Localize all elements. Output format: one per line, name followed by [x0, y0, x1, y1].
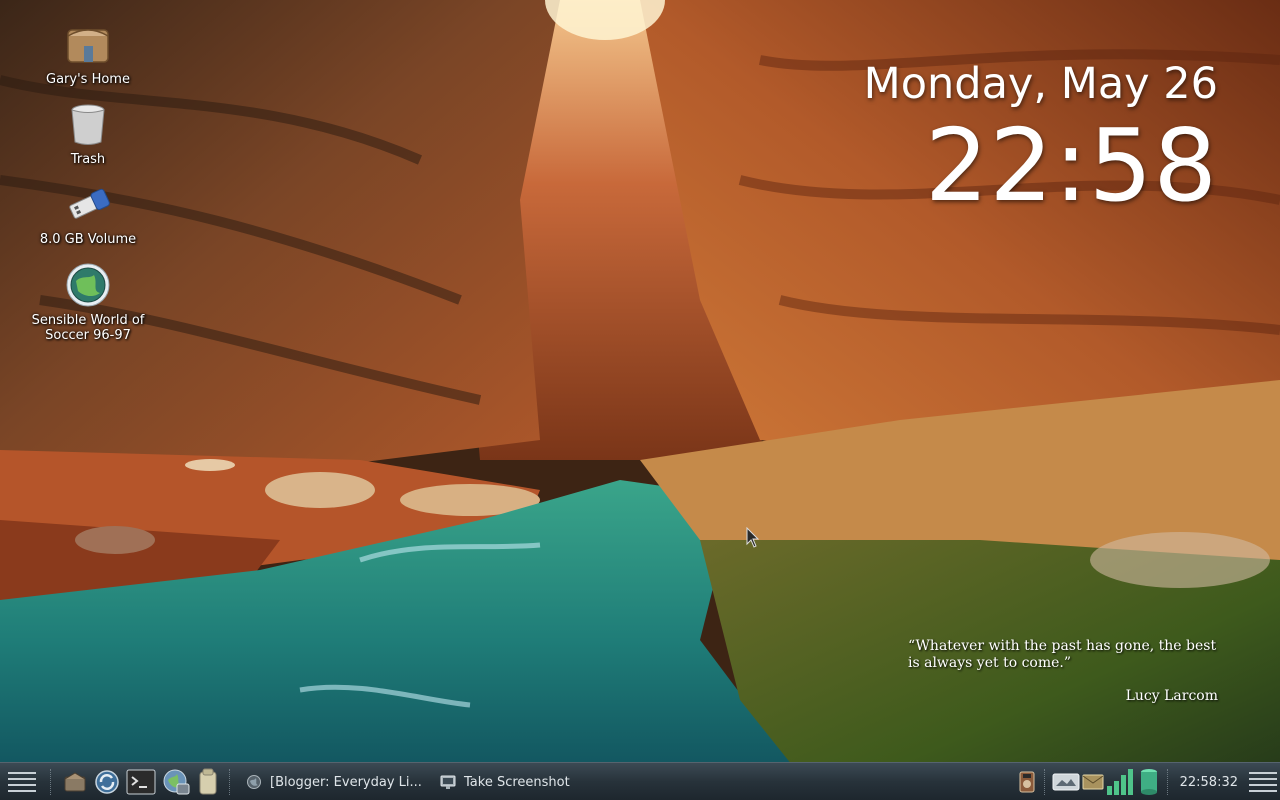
launcher-terminal[interactable] — [123, 767, 159, 797]
launcher-files[interactable] — [59, 767, 91, 797]
clock-time: 22:58 — [924, 107, 1218, 224]
desktop-icon-label: 8.0 GB Volume — [39, 232, 137, 247]
battery-icon — [1140, 769, 1157, 795]
taskbar-separator — [1166, 769, 1170, 795]
browser-icon — [163, 769, 190, 795]
tray-media-player[interactable] — [1014, 767, 1040, 797]
desktop-icon-label: Gary's Home — [46, 72, 130, 87]
terminal-icon — [126, 769, 156, 795]
desktop-icon-trash[interactable]: Trash — [23, 100, 153, 167]
tray-mail[interactable] — [1081, 767, 1105, 797]
tray-battery[interactable] — [1135, 767, 1163, 797]
panel-menu-icon — [1249, 772, 1277, 792]
screenshot-icon — [440, 774, 456, 790]
home-folder-icon — [64, 20, 112, 68]
launcher-text-editor[interactable] — [193, 767, 223, 797]
task-blogger-window[interactable]: [Blogger: Everyday Li... — [238, 767, 432, 797]
media-player-icon — [1019, 771, 1035, 793]
quote-text: “Whatever with the past has gone, the be… — [908, 638, 1217, 671]
wifi-signal-icon — [1106, 769, 1133, 795]
desktop-icon-swos[interactable]: Sensible World of Soccer 96-97 — [23, 261, 153, 343]
clock-widget: Monday, May 26 22:58 — [864, 58, 1218, 218]
taskbar: [Blogger: Everyday Li... Take Screenshot — [0, 762, 1280, 800]
taskbar-clock[interactable]: 22:58:32 — [1180, 775, 1238, 790]
mail-icon — [1082, 774, 1104, 790]
clock-date: Monday, May 26 — [863, 59, 1218, 109]
taskbar-separator — [1043, 769, 1047, 795]
update-icon — [95, 770, 119, 794]
quote-author: Lucy Larcom — [1125, 688, 1218, 704]
task-label: Take Screenshot — [464, 774, 570, 790]
launcher-browser[interactable] — [159, 767, 193, 797]
drive-icon — [1052, 773, 1080, 791]
taskbar-separator — [229, 769, 232, 795]
mouse-pointer-icon — [746, 526, 760, 549]
desktop-icon-volume[interactable]: 8.0 GB Volume — [23, 180, 153, 247]
app-menu-button[interactable] — [0, 767, 44, 797]
desktop-icon-label: Trash — [70, 152, 106, 167]
task-take-screenshot[interactable]: Take Screenshot — [432, 767, 598, 797]
globe-disc-icon — [64, 261, 112, 309]
text-editor-icon — [199, 768, 217, 795]
tray-wifi-signal[interactable] — [1105, 767, 1135, 797]
quote-widget: “Whatever with the past has gone, the be… — [908, 638, 1224, 705]
browser-window-icon — [246, 774, 262, 790]
desktop-icon-label: Sensible World of Soccer 96-97 — [31, 313, 145, 343]
taskbar-separator — [50, 769, 53, 795]
usb-drive-icon — [64, 180, 112, 228]
task-label: [Blogger: Everyday Li... — [270, 774, 422, 790]
tray-drive[interactable] — [1051, 767, 1081, 797]
desktop-icon-home[interactable]: Gary's Home — [23, 20, 153, 87]
app-menu-icon — [8, 772, 36, 792]
trash-icon — [64, 100, 112, 148]
files-icon — [64, 772, 86, 792]
show-desktop-button[interactable] — [1246, 767, 1280, 797]
launcher-update[interactable] — [91, 767, 123, 797]
